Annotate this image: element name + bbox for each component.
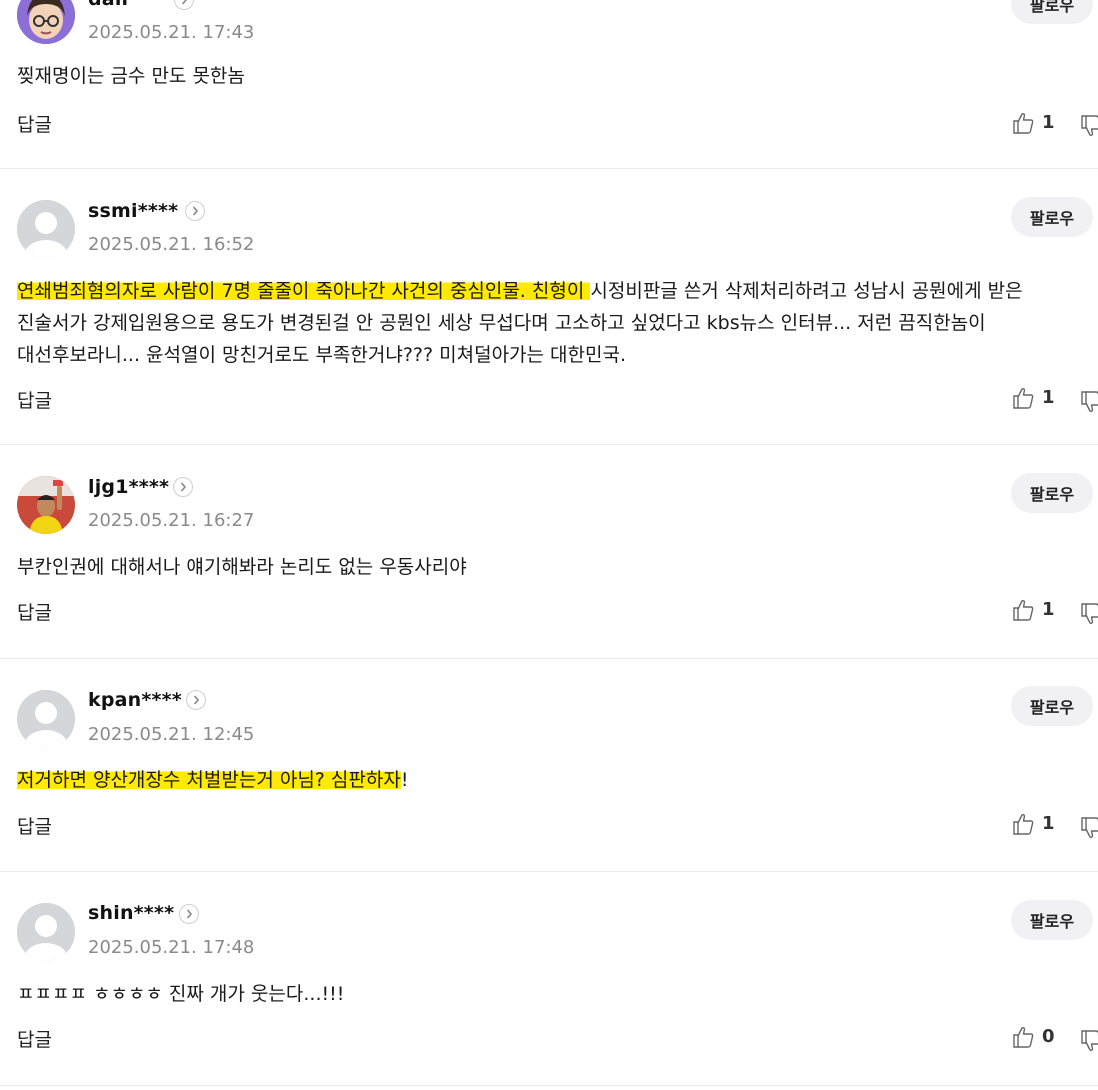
like-button[interactable]: 1 (1012, 386, 1062, 412)
thumbs-up-icon (1013, 1026, 1034, 1048)
profile-arrow-icon[interactable] (185, 201, 205, 221)
username[interactable]: dall (88, 0, 128, 10)
default-avatar-icon (17, 200, 75, 258)
comment-item: shin**** 2025.05.21. 17:48 팔로우 ㅍㅍㅍㅍ ㅎㅎㅎㅎ… (0, 871, 1098, 1086)
thumbs-down-icon (1081, 115, 1098, 137)
like-count: 1 (1042, 599, 1055, 620)
profile-arrow-icon[interactable] (179, 904, 199, 924)
dislike-button[interactable] (1080, 1029, 1098, 1055)
dislike-button[interactable] (1080, 602, 1098, 628)
like-count: 1 (1042, 813, 1055, 834)
avatar[interactable] (17, 200, 75, 258)
dislike-button[interactable] (1080, 816, 1098, 842)
default-avatar-icon (17, 690, 75, 748)
reply-button[interactable]: 답글 (17, 812, 52, 839)
username[interactable]: kpan**** (88, 689, 182, 711)
reply-button[interactable]: 답글 (17, 1025, 52, 1052)
comment-item: ljg1**** 2025.05.21. 16:27 팔로우 부칸인권에 대해서… (0, 444, 1098, 659)
like-count: 1 (1042, 112, 1055, 133)
thumbs-up-icon (1013, 112, 1034, 134)
avatar[interactable] (17, 476, 75, 534)
follow-button[interactable]: 팔로우 (1011, 197, 1093, 237)
avatar[interactable] (17, 690, 75, 748)
comment-item: dall 2025.05.21. 17:43 팔로우 찢재명이는 금수 만도 못… (0, 0, 1098, 169)
timestamp: 2025.05.21. 16:27 (88, 510, 255, 531)
comment-text: 부칸인권에 대해서나 얘기해봐라 논리도 없는 우동사리야 (17, 556, 467, 578)
profile-arrow-icon[interactable] (174, 0, 194, 10)
follow-button[interactable]: 팔로우 (1011, 900, 1093, 940)
dislike-button[interactable] (1080, 390, 1098, 416)
reply-button[interactable]: 답글 (17, 110, 52, 137)
reply-button[interactable]: 답글 (17, 598, 52, 625)
like-button[interactable]: 1 (1012, 598, 1062, 624)
thumbs-down-icon (1081, 391, 1098, 413)
photo-avatar-image (17, 476, 75, 534)
dislike-button[interactable] (1080, 114, 1098, 140)
follow-button[interactable]: 팔로우 (1011, 0, 1093, 24)
like-count: 0 (1042, 1026, 1055, 1047)
profile-arrow-icon[interactable] (186, 690, 206, 710)
avatar[interactable] (17, 0, 75, 44)
profile-arrow-icon[interactable] (173, 477, 193, 497)
like-count: 1 (1042, 387, 1055, 408)
highlighted-text: 저거하면 양산개장수 처벌받는거 아님? 심판하자 (17, 769, 401, 791)
comment-text: 연쇄범죄혐의자로 사람이 7명 줄줄이 죽아나간 사건의 중심인물. 친형이 시… (17, 275, 1089, 371)
thumbs-down-icon (1081, 817, 1098, 839)
like-button[interactable]: 1 (1012, 111, 1062, 137)
timestamp: 2025.05.21. 12:45 (88, 724, 255, 745)
comment-item: kpan**** 2025.05.21. 12:45 팔로우 저거하면 양산개장… (0, 658, 1098, 872)
highlighted-text: 연쇄범죄혐의자로 사람이 7명 줄줄이 죽아나간 사건의 중심인물. 친형이 (17, 280, 591, 302)
like-button[interactable]: 0 (1012, 1025, 1062, 1051)
like-button[interactable]: 1 (1012, 812, 1062, 838)
username[interactable]: ssmi**** (88, 200, 178, 222)
thumbs-up-icon (1013, 599, 1034, 621)
reply-button[interactable]: 답글 (17, 386, 52, 413)
follow-button[interactable]: 팔로우 (1011, 473, 1093, 513)
thumbs-down-icon (1081, 1030, 1098, 1052)
thumbs-down-icon (1081, 603, 1098, 625)
comment-text: 저거하면 양산개장수 처벌받는거 아님? 심판하자! (17, 764, 1089, 796)
timestamp: 2025.05.21. 17:48 (88, 937, 255, 958)
timestamp: 2025.05.21. 16:52 (88, 234, 255, 255)
default-avatar-icon (17, 903, 75, 961)
username[interactable]: shin**** (88, 902, 174, 924)
thumbs-up-icon (1013, 813, 1034, 835)
cartoon-avatar-image (17, 0, 75, 44)
comment-text: ㅍㅍㅍㅍ ㅎㅎㅎㅎ 진짜 개가 웃는다...!!! (17, 983, 345, 1005)
username[interactable]: ljg1**** (88, 476, 169, 498)
timestamp: 2025.05.21. 17:43 (88, 22, 255, 43)
follow-button[interactable]: 팔로우 (1011, 686, 1093, 726)
thumbs-up-icon (1013, 387, 1034, 409)
comment-item: ssmi**** 2025.05.21. 16:52 팔로우 연쇄범죄혐의자로 … (0, 168, 1098, 445)
comment-text: 찢재명이는 금수 만도 못한놈 (17, 65, 245, 87)
comment-text-rest: ! (400, 769, 409, 791)
avatar[interactable] (17, 903, 75, 961)
